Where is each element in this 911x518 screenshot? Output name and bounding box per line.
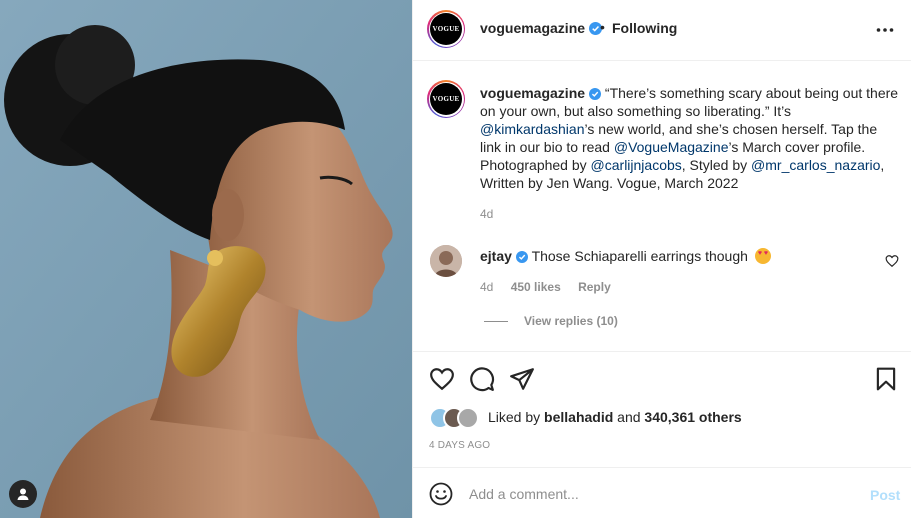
header-separator: • xyxy=(600,19,605,35)
comment-heart-icon[interactable] xyxy=(885,254,899,268)
comment-meta: 4d 450 likes Reply xyxy=(480,280,625,294)
add-comment-bar: Post xyxy=(413,467,911,518)
liked-by-text: Liked by bellahadid and 340,361 others xyxy=(488,409,742,425)
caption-text: , Styled by xyxy=(681,157,752,173)
comment-icon[interactable] xyxy=(469,366,495,392)
caption-timestamp[interactable]: 4d xyxy=(480,207,493,221)
user-tag-icon xyxy=(17,488,29,500)
likes-count[interactable]: 340,361 others xyxy=(644,409,741,425)
bookmark-icon[interactable] xyxy=(873,366,899,392)
mention-link[interactable]: @VogueMagazine xyxy=(614,139,729,155)
commenter-photo xyxy=(430,245,462,277)
vogue-logo: VOGUE xyxy=(430,13,462,45)
post-header: VOGUE voguemagazine • Following xyxy=(413,0,911,61)
heart-icon[interactable] xyxy=(429,366,455,392)
post-details-panel: VOGUE voguemagazine • Following VOGUE vo… xyxy=(412,0,911,518)
liked-by-username[interactable]: bellahadid xyxy=(544,409,613,425)
avatar[interactable]: VOGUE xyxy=(427,10,465,48)
comment-body: Those Schiaparelli earrings though xyxy=(531,248,748,264)
mention-link[interactable]: @kimkardashian xyxy=(480,121,584,137)
mention-link[interactable]: @mr_carlos_nazario xyxy=(751,157,880,173)
post-timestamp[interactable]: 4 DAYS AGO xyxy=(429,440,490,451)
user-tag-button[interactable] xyxy=(9,480,37,508)
view-replies-label[interactable]: View replies (10) xyxy=(524,314,618,328)
commenter-avatar[interactable] xyxy=(430,245,462,277)
caption-avatar[interactable]: VOGUE xyxy=(427,80,465,118)
comment-likes[interactable]: 450 likes xyxy=(511,280,561,294)
reply-button[interactable]: Reply xyxy=(578,280,611,294)
mention-link[interactable]: @carlijnjacobs xyxy=(591,157,682,173)
comment-text: ejtay Those Schiaparelli earrings though xyxy=(480,248,771,264)
comment-input[interactable] xyxy=(469,483,849,505)
header-username[interactable]: voguemagazine xyxy=(480,20,603,36)
avatar xyxy=(457,407,479,429)
more-options-icon[interactable] xyxy=(875,20,895,40)
comment-username[interactable]: ejtay xyxy=(480,248,512,264)
comment-time[interactable]: 4d xyxy=(480,280,493,294)
view-replies-button[interactable]: View replies (10) xyxy=(484,314,618,328)
vogue-logo: VOGUE xyxy=(430,83,462,115)
verified-badge-icon xyxy=(515,251,528,263)
heart-eyes-emoji-icon xyxy=(754,248,771,264)
smiley-icon[interactable] xyxy=(429,482,453,506)
post-comment-button[interactable]: Post xyxy=(870,487,900,503)
caption-username[interactable]: voguemagazine xyxy=(480,85,585,101)
verified-badge-icon xyxy=(589,88,602,100)
post-actions: Liked by bellahadid and 340,361 others 4… xyxy=(413,351,911,467)
following-button[interactable]: Following xyxy=(612,20,677,36)
divider-line xyxy=(484,321,508,323)
portrait-image xyxy=(0,0,412,518)
post-photo[interactable] xyxy=(0,0,412,518)
paper-plane-icon[interactable] xyxy=(509,366,535,392)
post-caption: voguemagazine “There’s something scary a… xyxy=(480,84,900,192)
liked-by-avatars[interactable] xyxy=(429,407,485,429)
